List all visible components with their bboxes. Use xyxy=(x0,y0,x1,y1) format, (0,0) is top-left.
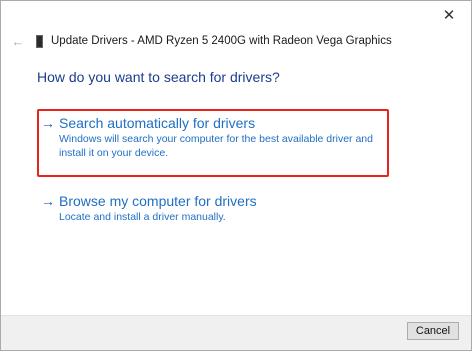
arrow-right-icon: → xyxy=(41,115,55,131)
arrow-right-icon: → xyxy=(41,193,55,209)
option-label[interactable]: Browse my computer for drivers xyxy=(59,193,257,209)
display-adapter-icon xyxy=(36,34,43,48)
close-icon[interactable]: ✕ xyxy=(437,5,461,25)
option-label[interactable]: Search automatically for drivers xyxy=(59,115,377,131)
dialog-footer: Cancel xyxy=(1,315,471,350)
option-description: Locate and install a driver manually. xyxy=(59,211,226,223)
option-description: Windows will search your computer for th… xyxy=(59,133,373,159)
window-title: Update Drivers - AMD Ryzen 5 2400G with … xyxy=(51,35,392,47)
update-drivers-window: ✕ ← Update Drivers - AMD Ryzen 5 2400G w… xyxy=(0,0,472,351)
back-arrow-icon[interactable]: ← xyxy=(11,34,25,49)
page-heading: How do you want to search for drivers? xyxy=(37,69,280,85)
title-row: ← Update Drivers - AMD Ryzen 5 2400G wit… xyxy=(11,31,392,51)
cancel-button[interactable]: Cancel xyxy=(407,322,459,340)
browse-computer-option[interactable]: → Browse my computer for drivers Locate … xyxy=(41,193,381,224)
search-automatically-option[interactable]: → Search automatically for drivers Windo… xyxy=(41,115,381,160)
